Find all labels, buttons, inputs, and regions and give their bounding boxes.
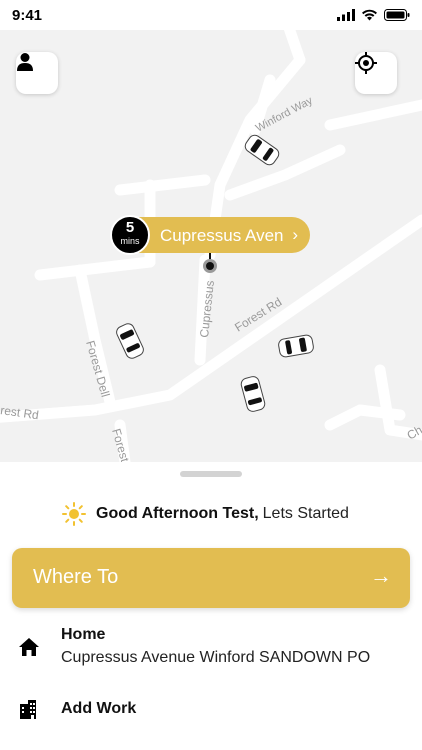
street-label-forest: Forest [109, 427, 132, 462]
eta-unit: mins [120, 236, 140, 246]
battery-icon [384, 9, 410, 21]
car-icon [244, 134, 280, 166]
place-title-add-work: Add Work [61, 700, 137, 717]
greeting: Good Afternoon Test, Lets Started [62, 502, 349, 526]
chevron-right-icon: › [292, 225, 298, 244]
car-icon [278, 334, 314, 358]
map-view[interactable]: Winford Way Cupressus Forest Rd Forest D… [0, 30, 422, 462]
building-icon [20, 700, 36, 719]
sun-icon [62, 502, 86, 526]
status-icons [337, 9, 410, 21]
eta-minutes: 5 [125, 219, 135, 236]
eta-badge: 5 mins [110, 215, 150, 255]
eta-destination: Cupressus Aven [160, 226, 284, 245]
user-icon [17, 53, 33, 71]
car-icon [240, 376, 266, 412]
eta-pickup-pill[interactable]: 5 mins Cupressus Aven › [110, 215, 310, 255]
street-label-forest-dell: Forest Dell [83, 339, 112, 399]
place-title-home: Home [61, 626, 106, 643]
status-time: 9:41 [12, 7, 43, 24]
where-to-label: Where To [33, 566, 119, 588]
place-row-add-work[interactable]: Add Work [0, 694, 422, 730]
sheet-grabber[interactable] [180, 471, 242, 477]
bottom-sheet: Good Afternoon Test, Lets Started Where … [0, 462, 422, 750]
car-icon [116, 323, 144, 359]
status-bar: 9:41 [0, 0, 422, 30]
profile-button[interactable] [16, 52, 58, 94]
greeting-rest: Lets Started [262, 505, 349, 522]
place-row-home[interactable]: Home Cupressus Avenue Winford SANDOWN PO [0, 622, 422, 682]
wifi-icon [362, 9, 377, 21]
locate-me-button[interactable] [355, 52, 397, 94]
place-subtitle-home: Cupressus Avenue Winford SANDOWN PO [61, 649, 371, 666]
home-icon [19, 638, 39, 656]
crosshair-icon [355, 52, 377, 74]
where-to-button[interactable]: Where To → [12, 548, 410, 608]
signal-icon [337, 9, 355, 21]
greeting-bold: Good Afternoon Test, [96, 505, 259, 522]
arrow-right-icon: → [370, 563, 392, 588]
